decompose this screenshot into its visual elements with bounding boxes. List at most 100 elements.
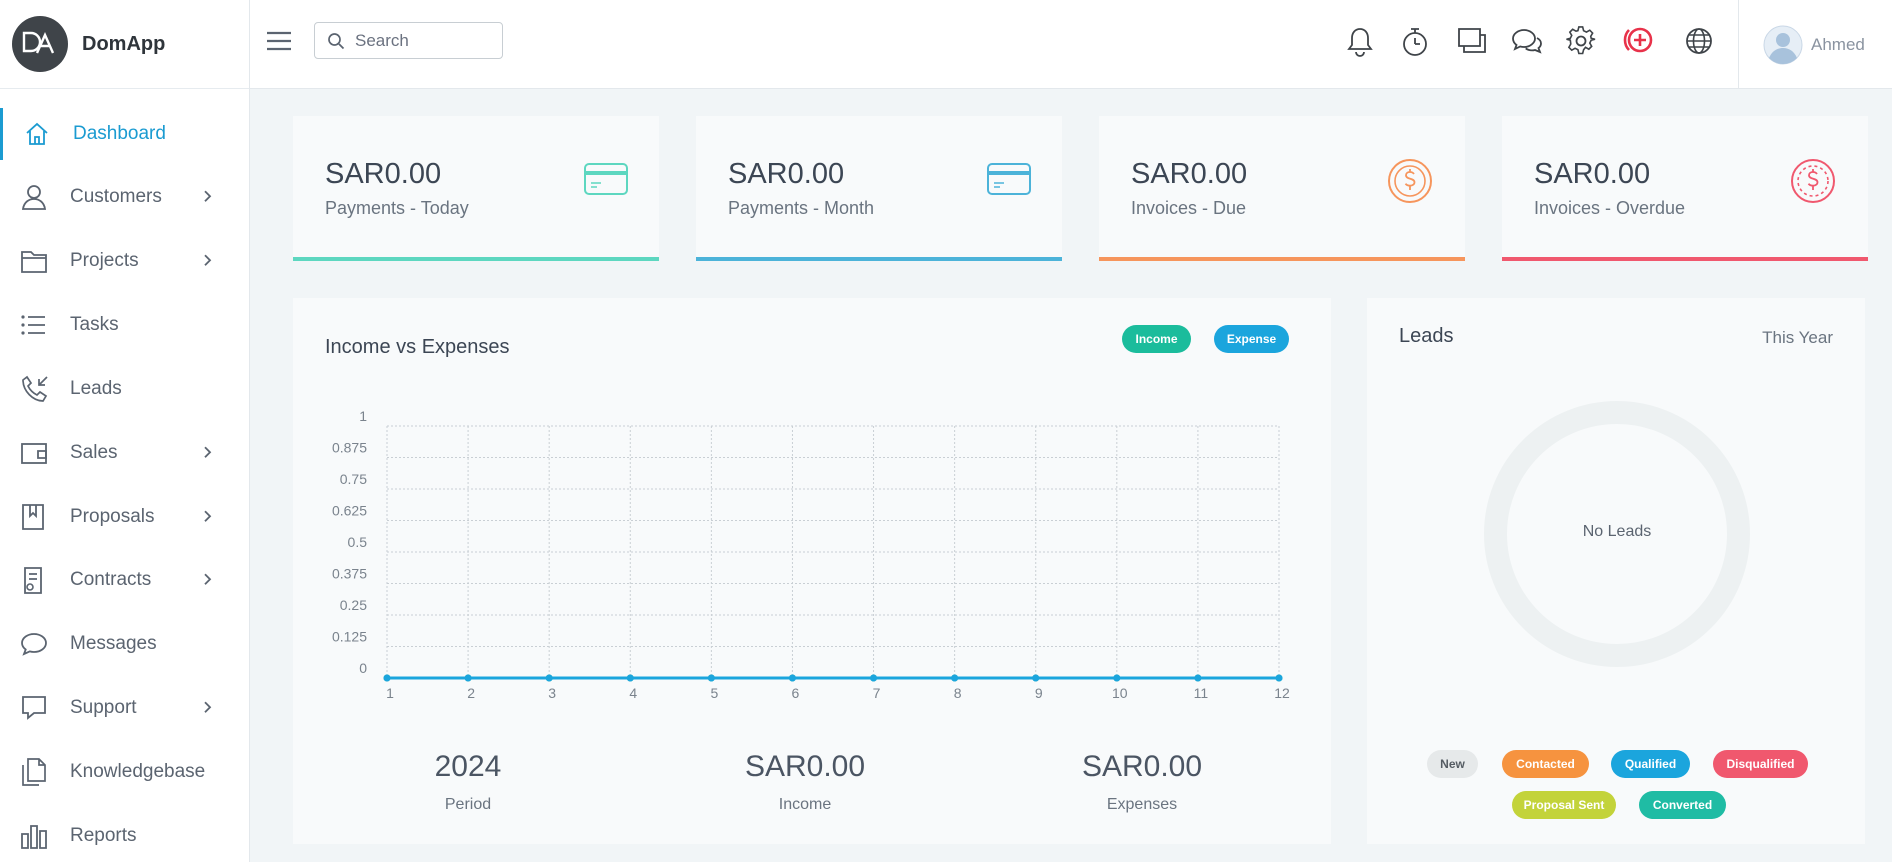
summary-expenses-label: Expenses xyxy=(1106,796,1178,813)
y-tick-label: 0.25 xyxy=(340,597,367,613)
gear-icon[interactable] xyxy=(1566,26,1596,56)
stat-card-payments-month[interactable]: SAR0.00 Payments - Month xyxy=(696,116,1062,261)
brand[interactable]: DomApp xyxy=(0,0,249,89)
menu-toggle-icon[interactable] xyxy=(266,28,292,54)
avatar xyxy=(1763,25,1803,65)
card-label: Invoices - Due xyxy=(1131,198,1247,218)
no-leads-text: No Leads xyxy=(1582,523,1652,540)
sidebar-item-messages[interactable]: Messages xyxy=(0,618,250,670)
chat-bubbles-icon[interactable] xyxy=(1511,26,1543,56)
leads-period[interactable]: This Year xyxy=(1762,328,1833,348)
add-circle-icon[interactable] xyxy=(1620,26,1656,56)
x-tick-label: 9 xyxy=(1035,685,1043,701)
sidebar-item-label: Tasks xyxy=(70,314,119,335)
bell-icon[interactable] xyxy=(1346,26,1374,58)
card-label: Payments - Month xyxy=(728,198,875,218)
contract-icon xyxy=(20,565,46,595)
sidebar-item-support[interactable]: Support xyxy=(0,682,250,734)
card-accent-bar xyxy=(1099,257,1465,261)
x-tick-label: 11 xyxy=(1194,685,1209,701)
y-tick-label: 0 xyxy=(359,660,367,676)
lead-status-new[interactable]: New xyxy=(1427,750,1478,778)
book-icon xyxy=(20,503,46,531)
card-label: Payments - Today xyxy=(325,198,469,218)
y-tick-label: 0.125 xyxy=(332,629,367,645)
sidebar: DomApp Dashboard Customers Projects Task… xyxy=(0,0,250,862)
card-amount: SAR0.00 xyxy=(325,158,442,190)
sidebar-item-projects[interactable]: Projects xyxy=(0,235,250,287)
brand-name: DomApp xyxy=(82,32,166,55)
stat-card-payments-today[interactable]: SAR0.00 Payments - Today xyxy=(293,116,659,261)
card-amount: SAR0.00 xyxy=(728,158,845,190)
topbar: Ahmed xyxy=(250,0,1892,89)
sidebar-item-label: Messages xyxy=(70,633,157,654)
card-label: Invoices - Overdue xyxy=(1534,198,1686,218)
windows-icon[interactable] xyxy=(1456,26,1488,56)
y-tick-label: 0.875 xyxy=(332,440,367,456)
user-menu[interactable]: Ahmed xyxy=(1738,0,1892,89)
sidebar-item-reports[interactable]: Reports xyxy=(0,810,250,862)
chevron-right-icon xyxy=(203,445,213,459)
y-tick-label: 0.375 xyxy=(332,566,367,582)
x-tick-label: 1 xyxy=(386,685,394,701)
lead-status-proposal-sent[interactable]: Proposal Sent xyxy=(1512,791,1616,819)
chevron-right-icon xyxy=(203,572,213,586)
sidebar-item-label: Knowledgebase xyxy=(70,761,206,782)
y-tick-label: 0.625 xyxy=(332,503,367,519)
credit-card-icon xyxy=(986,162,1032,196)
x-tick-label: 10 xyxy=(1112,685,1128,701)
lead-status-disqualified[interactable]: Disqualified xyxy=(1713,750,1808,778)
summary-period-label: Period xyxy=(444,796,492,813)
data-point-expense xyxy=(1194,674,1202,682)
sidebar-item-proposals[interactable]: Proposals xyxy=(0,491,250,543)
leads-title: Leads xyxy=(1399,325,1454,347)
sidebar-item-leads[interactable]: Leads xyxy=(0,363,250,415)
data-point-expense xyxy=(1275,674,1283,682)
chevron-right-icon xyxy=(203,253,213,267)
x-tick-label: 8 xyxy=(954,685,962,701)
sidebar-item-label: Sales xyxy=(70,442,118,463)
stat-card-invoices-due[interactable]: SAR0.00 Invoices - Due xyxy=(1099,116,1465,261)
search-icon xyxy=(327,32,345,50)
globe-icon[interactable] xyxy=(1684,26,1714,56)
search-input[interactable] xyxy=(355,30,485,51)
data-point-expense xyxy=(870,674,878,682)
sidebar-item-knowledgebase[interactable]: Knowledgebase xyxy=(0,746,250,798)
lead-status-qualified[interactable]: Qualified xyxy=(1611,750,1690,778)
x-tick-label: 6 xyxy=(792,685,800,701)
leads-panel: Leads This Year No Leads New Contacted Q… xyxy=(1367,298,1865,844)
card-accent-bar xyxy=(293,257,659,261)
data-point-expense xyxy=(464,674,472,682)
sidebar-item-dashboard[interactable]: Dashboard xyxy=(0,108,250,160)
data-point-expense xyxy=(1032,674,1040,682)
dollar-coin-icon xyxy=(1387,158,1433,204)
sidebar-item-label: Reports xyxy=(70,825,137,846)
chevron-right-icon xyxy=(203,509,213,523)
sidebar-item-sales[interactable]: Sales xyxy=(0,427,250,479)
search-box[interactable] xyxy=(314,22,503,59)
chevron-right-icon xyxy=(203,700,213,714)
stat-card-invoices-overdue[interactable]: SAR0.00 Invoices - Overdue xyxy=(1502,116,1868,261)
lead-status-contacted[interactable]: Contacted xyxy=(1502,750,1589,778)
x-tick-label: 2 xyxy=(467,685,475,701)
sidebar-item-contracts[interactable]: Contracts xyxy=(0,554,250,606)
sidebar-item-tasks[interactable]: Tasks xyxy=(0,299,250,351)
bar-chart-icon xyxy=(20,822,48,850)
x-tick-label: 5 xyxy=(710,685,718,701)
timer-icon[interactable] xyxy=(1401,26,1429,58)
chevron-right-icon xyxy=(203,189,213,203)
card-accent-bar xyxy=(696,257,1062,261)
y-tick-label: 0.5 xyxy=(348,534,368,550)
sidebar-item-label: Projects xyxy=(70,250,139,271)
data-point-expense xyxy=(383,674,391,682)
sidebar-item-customers[interactable]: Customers xyxy=(0,171,250,223)
folder-icon xyxy=(20,248,48,274)
sidebar-item-label: Customers xyxy=(70,186,162,207)
data-point-expense xyxy=(545,674,553,682)
card-amount: SAR0.00 xyxy=(1534,158,1651,190)
summary-expenses-value: SAR0.00 xyxy=(1081,750,1203,783)
lead-status-converted[interactable]: Converted xyxy=(1639,791,1726,819)
logo[interactable] xyxy=(12,16,68,72)
x-tick-label: 12 xyxy=(1274,685,1290,701)
data-point-expense xyxy=(788,674,796,682)
